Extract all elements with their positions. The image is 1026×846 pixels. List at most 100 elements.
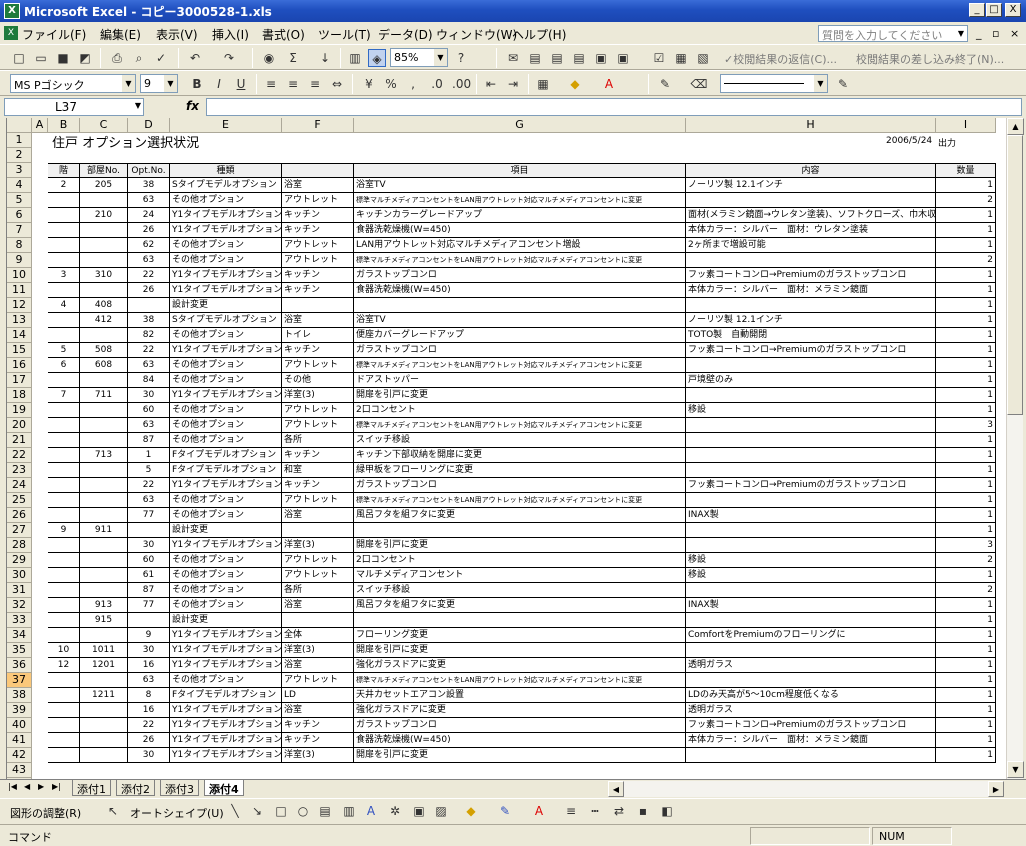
table-cell[interactable]: 標準マルチメディアコンセントをLAN用アウトレット対応マルチメディアコンセントに…	[354, 193, 686, 208]
table-cell[interactable]: 711	[80, 388, 128, 403]
table-cell[interactable]: 1	[936, 643, 996, 658]
row-header[interactable]: 15	[7, 343, 32, 358]
table-cell[interactable]	[48, 433, 80, 448]
table-cell[interactable]: 1	[128, 448, 170, 463]
table-cell[interactable]: 30	[128, 538, 170, 553]
table-cell[interactable]: アウトレット	[282, 358, 354, 373]
drawing-toggle-icon[interactable]: ◈	[368, 49, 386, 67]
table-cell[interactable]: 1	[936, 568, 996, 583]
textbox-icon[interactable]: ▤	[316, 802, 334, 820]
draw-font-color-icon[interactable]: A	[530, 802, 548, 820]
row-header[interactable]: 8	[7, 238, 32, 253]
table-cell[interactable]: 2	[48, 178, 80, 193]
table-cell[interactable]: 38	[128, 313, 170, 328]
review-icon-5[interactable]: ▣	[592, 49, 610, 67]
line-style-select[interactable]: ▼	[720, 74, 828, 93]
line-icon[interactable]: ╲	[226, 802, 244, 820]
decrease-indent-icon[interactable]: ⇤	[482, 75, 500, 93]
table-cell[interactable]: 1	[936, 388, 996, 403]
table-cell[interactable]: 設計変更	[170, 613, 282, 628]
table-cell[interactable]: Y1タイプモデルオプション	[170, 223, 282, 238]
table-cell[interactable]: キッチン	[282, 343, 354, 358]
table-cell[interactable]: 開扉を引戸に変更	[354, 748, 686, 763]
table-cell[interactable]: 12	[48, 658, 80, 673]
table-cell[interactable]: 5	[48, 343, 80, 358]
autosum-icon[interactable]: Σ	[284, 49, 302, 67]
table-cell[interactable]: 1	[936, 658, 996, 673]
table-cell[interactable]: Y1タイプモデルオプション	[170, 343, 282, 358]
table-cell[interactable]: 浴室	[282, 178, 354, 193]
table-cell[interactable]: 1	[936, 283, 996, 298]
permission-icon[interactable]: ◩	[76, 49, 94, 67]
table-cell[interactable]: 1	[936, 373, 996, 388]
table-cell[interactable]	[686, 418, 936, 433]
review-icon-2[interactable]: ▤	[526, 49, 544, 67]
table-cell[interactable]: その他オプション	[170, 253, 282, 268]
borders-icon[interactable]: ▦	[534, 75, 552, 93]
table-cell[interactable]	[48, 373, 80, 388]
menu-format[interactable]: 書式(O)	[262, 26, 305, 43]
table-cell[interactable]	[48, 328, 80, 343]
table-cell[interactable]: アウトレット	[282, 403, 354, 418]
table-cell[interactable]: 標準マルチメディアコンセントをLAN用アウトレット対応マルチメディアコンセントに…	[354, 493, 686, 508]
table-cell[interactable]	[48, 613, 80, 628]
row-header[interactable]: 38	[7, 688, 32, 703]
table-cell[interactable]: Y1タイプモデルオプション	[170, 748, 282, 763]
select-objects-icon[interactable]: ↖	[104, 802, 122, 820]
table-cell[interactable]: その他オプション	[170, 493, 282, 508]
column-header[interactable]: H	[686, 118, 936, 133]
table-cell[interactable]	[48, 478, 80, 493]
table-cell[interactable]	[686, 463, 936, 478]
chart-wizard-icon[interactable]: ▥	[346, 49, 364, 67]
tab-attach-2[interactable]: 添付2	[116, 780, 155, 796]
shadow-icon[interactable]: ▪	[634, 802, 652, 820]
table-cell[interactable]: ComfortをPremiumのフローリングに	[686, 628, 936, 643]
table-cell[interactable]	[80, 583, 128, 598]
row-header[interactable]: 33	[7, 613, 32, 628]
table-cell[interactable]: 1211	[80, 688, 128, 703]
table-cell[interactable]: 412	[80, 313, 128, 328]
table-cell[interactable]	[48, 703, 80, 718]
table-cell[interactable]: キッチン	[282, 223, 354, 238]
table-cell[interactable]: 608	[80, 358, 128, 373]
table-cell[interactable]: 26	[128, 223, 170, 238]
table-cell[interactable]	[128, 298, 170, 313]
table-cell[interactable]	[80, 508, 128, 523]
table-cell[interactable]: LAN用アウトレット対応マルチメディアコンセント増設	[354, 238, 686, 253]
row-header[interactable]: 26	[7, 508, 32, 523]
table-cell[interactable]: 1201	[80, 658, 128, 673]
arrow-icon[interactable]: ↘	[248, 802, 266, 820]
table-cell[interactable]	[686, 298, 936, 313]
table-cell[interactable]: 2	[936, 553, 996, 568]
table-cell[interactable]: 1	[936, 523, 996, 538]
table-cell[interactable]: Y1タイプモデルオプション	[170, 538, 282, 553]
table-cell[interactable]: 風呂フタを組フタに変更	[354, 508, 686, 523]
row-header[interactable]: 16	[7, 358, 32, 373]
table-cell[interactable]: その他オプション	[170, 583, 282, 598]
table-cell[interactable]: 標準マルチメディアコンセントをLAN用アウトレット対応マルチメディアコンセントに…	[354, 418, 686, 433]
table-cell[interactable]	[80, 568, 128, 583]
tab-attach-3[interactable]: 添付3	[160, 780, 199, 796]
chevron-down-icon[interactable]: ▼	[135, 101, 141, 110]
row-header[interactable]: 1	[7, 133, 32, 148]
row-header[interactable]: 40	[7, 718, 32, 733]
row-header[interactable]: 24	[7, 478, 32, 493]
table-cell[interactable]	[48, 193, 80, 208]
decrease-decimal-icon[interactable]: .00	[452, 75, 471, 93]
table-cell[interactable]: マルチメディアコンセント	[354, 568, 686, 583]
line-color-icon[interactable]: ✎	[834, 75, 852, 93]
table-cell[interactable]: 1	[936, 703, 996, 718]
underline-icon[interactable]: U	[232, 75, 250, 93]
increase-indent-icon[interactable]: ⇥	[504, 75, 522, 93]
table-cell[interactable]: 22	[128, 718, 170, 733]
table-cell[interactable]: その他オプション	[170, 373, 282, 388]
column-header[interactable]: B	[48, 118, 80, 133]
table-cell[interactable]	[48, 238, 80, 253]
table-cell[interactable]	[686, 643, 936, 658]
table-cell[interactable]: 63	[128, 673, 170, 688]
table-cell[interactable]: 浴室	[282, 598, 354, 613]
table-cell[interactable]	[48, 223, 80, 238]
table-cell[interactable]: 強化ガラスドアに変更	[354, 658, 686, 673]
help-icon[interactable]: ?	[452, 49, 470, 67]
formula-input[interactable]	[206, 98, 1022, 116]
